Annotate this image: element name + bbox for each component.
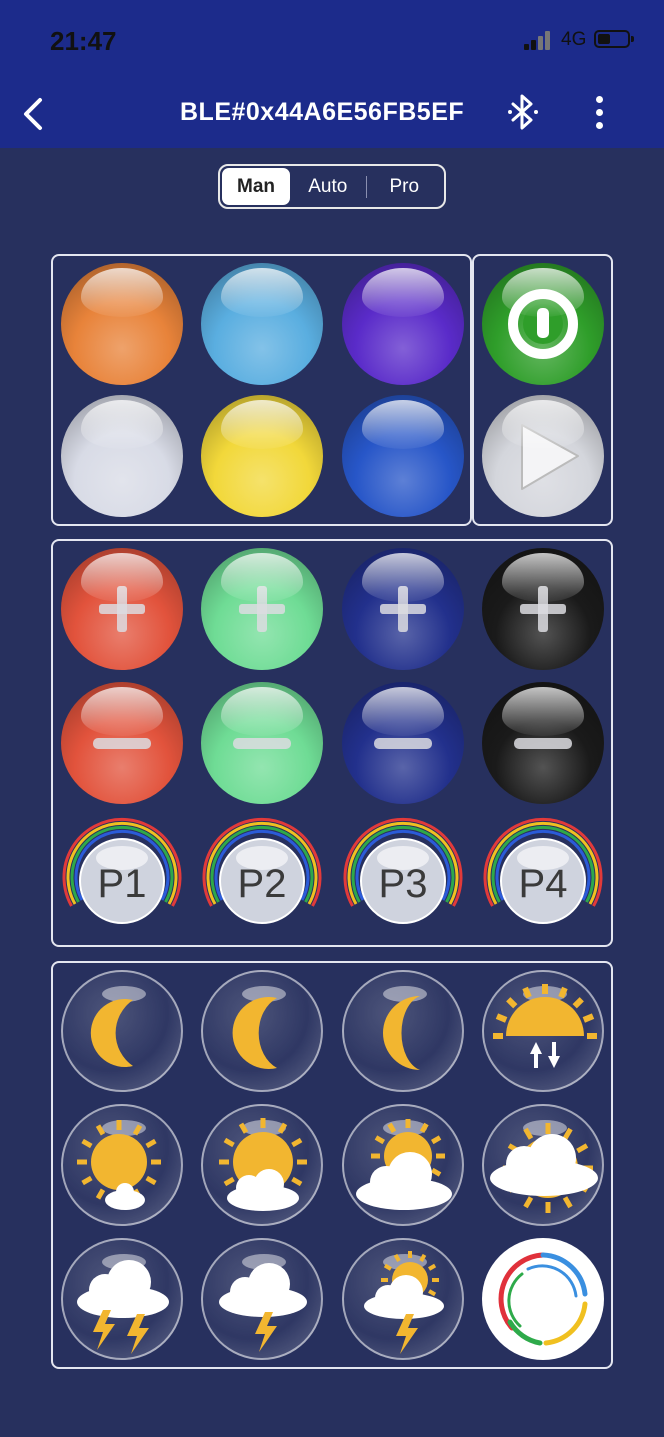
increase-black-button[interactable] — [482, 548, 604, 670]
status-time: 21:47 — [50, 26, 117, 56]
storm-icon — [219, 1254, 307, 1352]
scene-mostly-sunny-button[interactable] — [201, 1104, 323, 1226]
increase-red-button[interactable] — [61, 548, 183, 670]
color-button-blue[interactable] — [342, 395, 464, 517]
more-menu-icon[interactable] — [588, 92, 612, 132]
scene-sunrise-sunset-button[interactable] — [482, 970, 604, 1092]
plus-icon — [520, 586, 566, 632]
nav-bar: BLE#0x44A6E56FB5EF — [0, 80, 664, 148]
preset-p2-button[interactable]: P2 — [201, 816, 323, 938]
preset-label: P1 — [97, 861, 147, 906]
scene-sunny-button[interactable] — [61, 1104, 183, 1226]
scene-sun-storm-button[interactable] — [342, 1238, 464, 1360]
device-title: BLE#0x44A6E56FB5EF — [180, 98, 465, 126]
plus-icon — [99, 586, 145, 632]
scene-storm-button[interactable] — [201, 1238, 323, 1360]
mode-segmented-control: Man Auto Pro — [218, 164, 446, 209]
network-type: 4G — [561, 29, 587, 50]
minus-icon — [514, 738, 572, 749]
decrease-red-button[interactable] — [61, 682, 183, 804]
play-icon — [521, 424, 579, 490]
play-button[interactable] — [482, 395, 604, 517]
plus-icon — [239, 586, 285, 632]
power-button[interactable] — [482, 263, 604, 385]
sunny-icon — [77, 1120, 161, 1210]
scene-moon-crescent-button[interactable] — [342, 970, 464, 1092]
bluetooth-icon[interactable] — [507, 94, 539, 130]
sunrise-sunset-icon — [493, 984, 597, 1068]
battery-icon — [594, 30, 634, 48]
color-cycle-icon — [498, 1252, 588, 1346]
tab-pro[interactable]: Pro — [367, 168, 443, 205]
color-button-orange[interactable] — [61, 263, 183, 385]
partly-cloudy-icon — [356, 1119, 452, 1210]
color-button-light-blue[interactable] — [201, 263, 323, 385]
sun-storm-icon — [364, 1251, 444, 1354]
signal-icon — [524, 30, 552, 50]
decrease-black-button[interactable] — [482, 682, 604, 804]
scene-cloudy-button[interactable] — [482, 1104, 604, 1226]
preset-p4-button[interactable]: P4 — [482, 816, 604, 938]
preset-label: P2 — [237, 861, 287, 906]
color-button-white[interactable] — [61, 395, 183, 517]
preset-label: P4 — [518, 861, 568, 906]
cloudy-icon — [490, 1120, 598, 1213]
tab-man[interactable]: Man — [222, 168, 290, 205]
color-button-yellow[interactable] — [201, 395, 323, 517]
scene-moon-half-button[interactable] — [201, 970, 323, 1092]
minus-icon — [233, 738, 291, 749]
decrease-blue-button[interactable] — [342, 682, 464, 804]
scene-moon-full-button[interactable] — [61, 970, 183, 1092]
mostly-sunny-icon — [219, 1118, 307, 1211]
color-button-purple[interactable] — [342, 263, 464, 385]
tab-auto[interactable]: Auto — [290, 168, 366, 205]
increase-blue-button[interactable] — [342, 548, 464, 670]
preset-p1-button[interactable]: P1 — [61, 816, 183, 938]
power-icon — [508, 289, 578, 359]
moon-half-icon — [232, 986, 286, 1069]
plus-icon — [380, 586, 426, 632]
increase-green-button[interactable] — [201, 548, 323, 670]
minus-icon — [93, 738, 151, 749]
scene-color-cycle-button[interactable] — [482, 1238, 604, 1360]
moon-full-icon — [90, 986, 146, 1067]
preset-p3-button[interactable]: P3 — [342, 816, 464, 938]
preset-label: P3 — [378, 861, 428, 906]
scene-partly-cloudy-button[interactable] — [342, 1104, 464, 1226]
heavy-storm-icon — [77, 1254, 169, 1354]
moon-crescent-icon — [383, 986, 427, 1070]
back-icon[interactable] — [18, 94, 58, 134]
scene-heavy-storm-button[interactable] — [61, 1238, 183, 1360]
status-bar: 21:47 4G — [0, 0, 664, 80]
decrease-green-button[interactable] — [201, 682, 323, 804]
minus-icon — [374, 738, 432, 749]
